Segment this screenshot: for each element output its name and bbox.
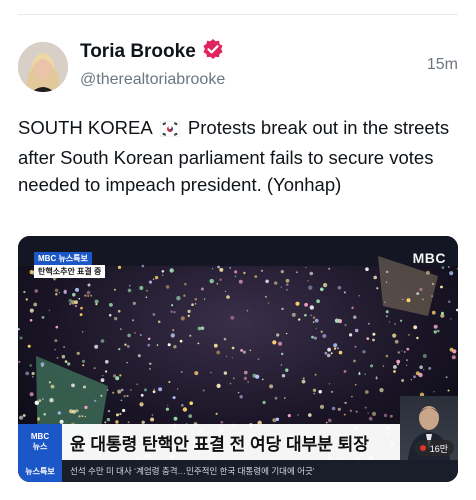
live-viewer-count: 16만 <box>413 440 454 456</box>
author-name[interactable]: Toria Brooke <box>80 41 196 63</box>
avatar[interactable] <box>18 42 68 92</box>
live-count-text: 16만 <box>429 443 448 454</box>
south-korea-flag-icon <box>159 117 181 144</box>
verified-icon <box>202 38 224 65</box>
ticker-text: 선석 수만 미 대사 ‘계엄령 충격…민주적인 한국 대통령에 기대에 어긋’ <box>70 466 315 476</box>
top-news-badge: MBC 뉴스특보 탄핵소추안 표결 중 <box>34 252 106 278</box>
news-ticker: 뉴스특보 선석 수만 미 대사 ‘계엄령 충격…민주적인 한국 대통령에 기대에… <box>18 460 458 482</box>
broadcaster-logo: MBC <box>412 250 446 266</box>
news-headline: 윤 대통령 탄핵안 표결 전 여당 대부분 퇴장 <box>70 434 369 454</box>
top-divider <box>18 14 458 15</box>
lower-news-badge: MBC 뉴스 <box>18 424 62 460</box>
live-dot-icon <box>419 445 426 451</box>
headline-bar: MBC 뉴스 윤 대통령 탄핵안 표결 전 여당 대부분 퇴장 <box>18 424 458 460</box>
post-text-start: SOUTH KOREA <box>18 117 152 138</box>
lower-badge-line2: 뉴스 <box>32 442 48 451</box>
post-text: SOUTH KOREA Protests break out in the st… <box>18 114 460 198</box>
top-badge-line1: MBC 뉴스특보 <box>34 252 92 265</box>
lower-badge-line1: MBC <box>30 432 50 441</box>
author-block: Toria Brooke @therealtoriabrooke <box>80 38 225 89</box>
news-video-thumbnail[interactable]: MBC 뉴스특보 탄핵소추안 표결 중 MBC MBC 뉴스 윤 대통령 탄핵안… <box>18 236 458 482</box>
author-handle[interactable]: @therealtoriabrooke <box>80 71 225 89</box>
post-time[interactable]: 15m <box>427 56 458 74</box>
top-badge-line2: 탄핵소추안 표결 중 <box>34 265 106 278</box>
ticker-label: 뉴스특보 <box>18 460 62 482</box>
